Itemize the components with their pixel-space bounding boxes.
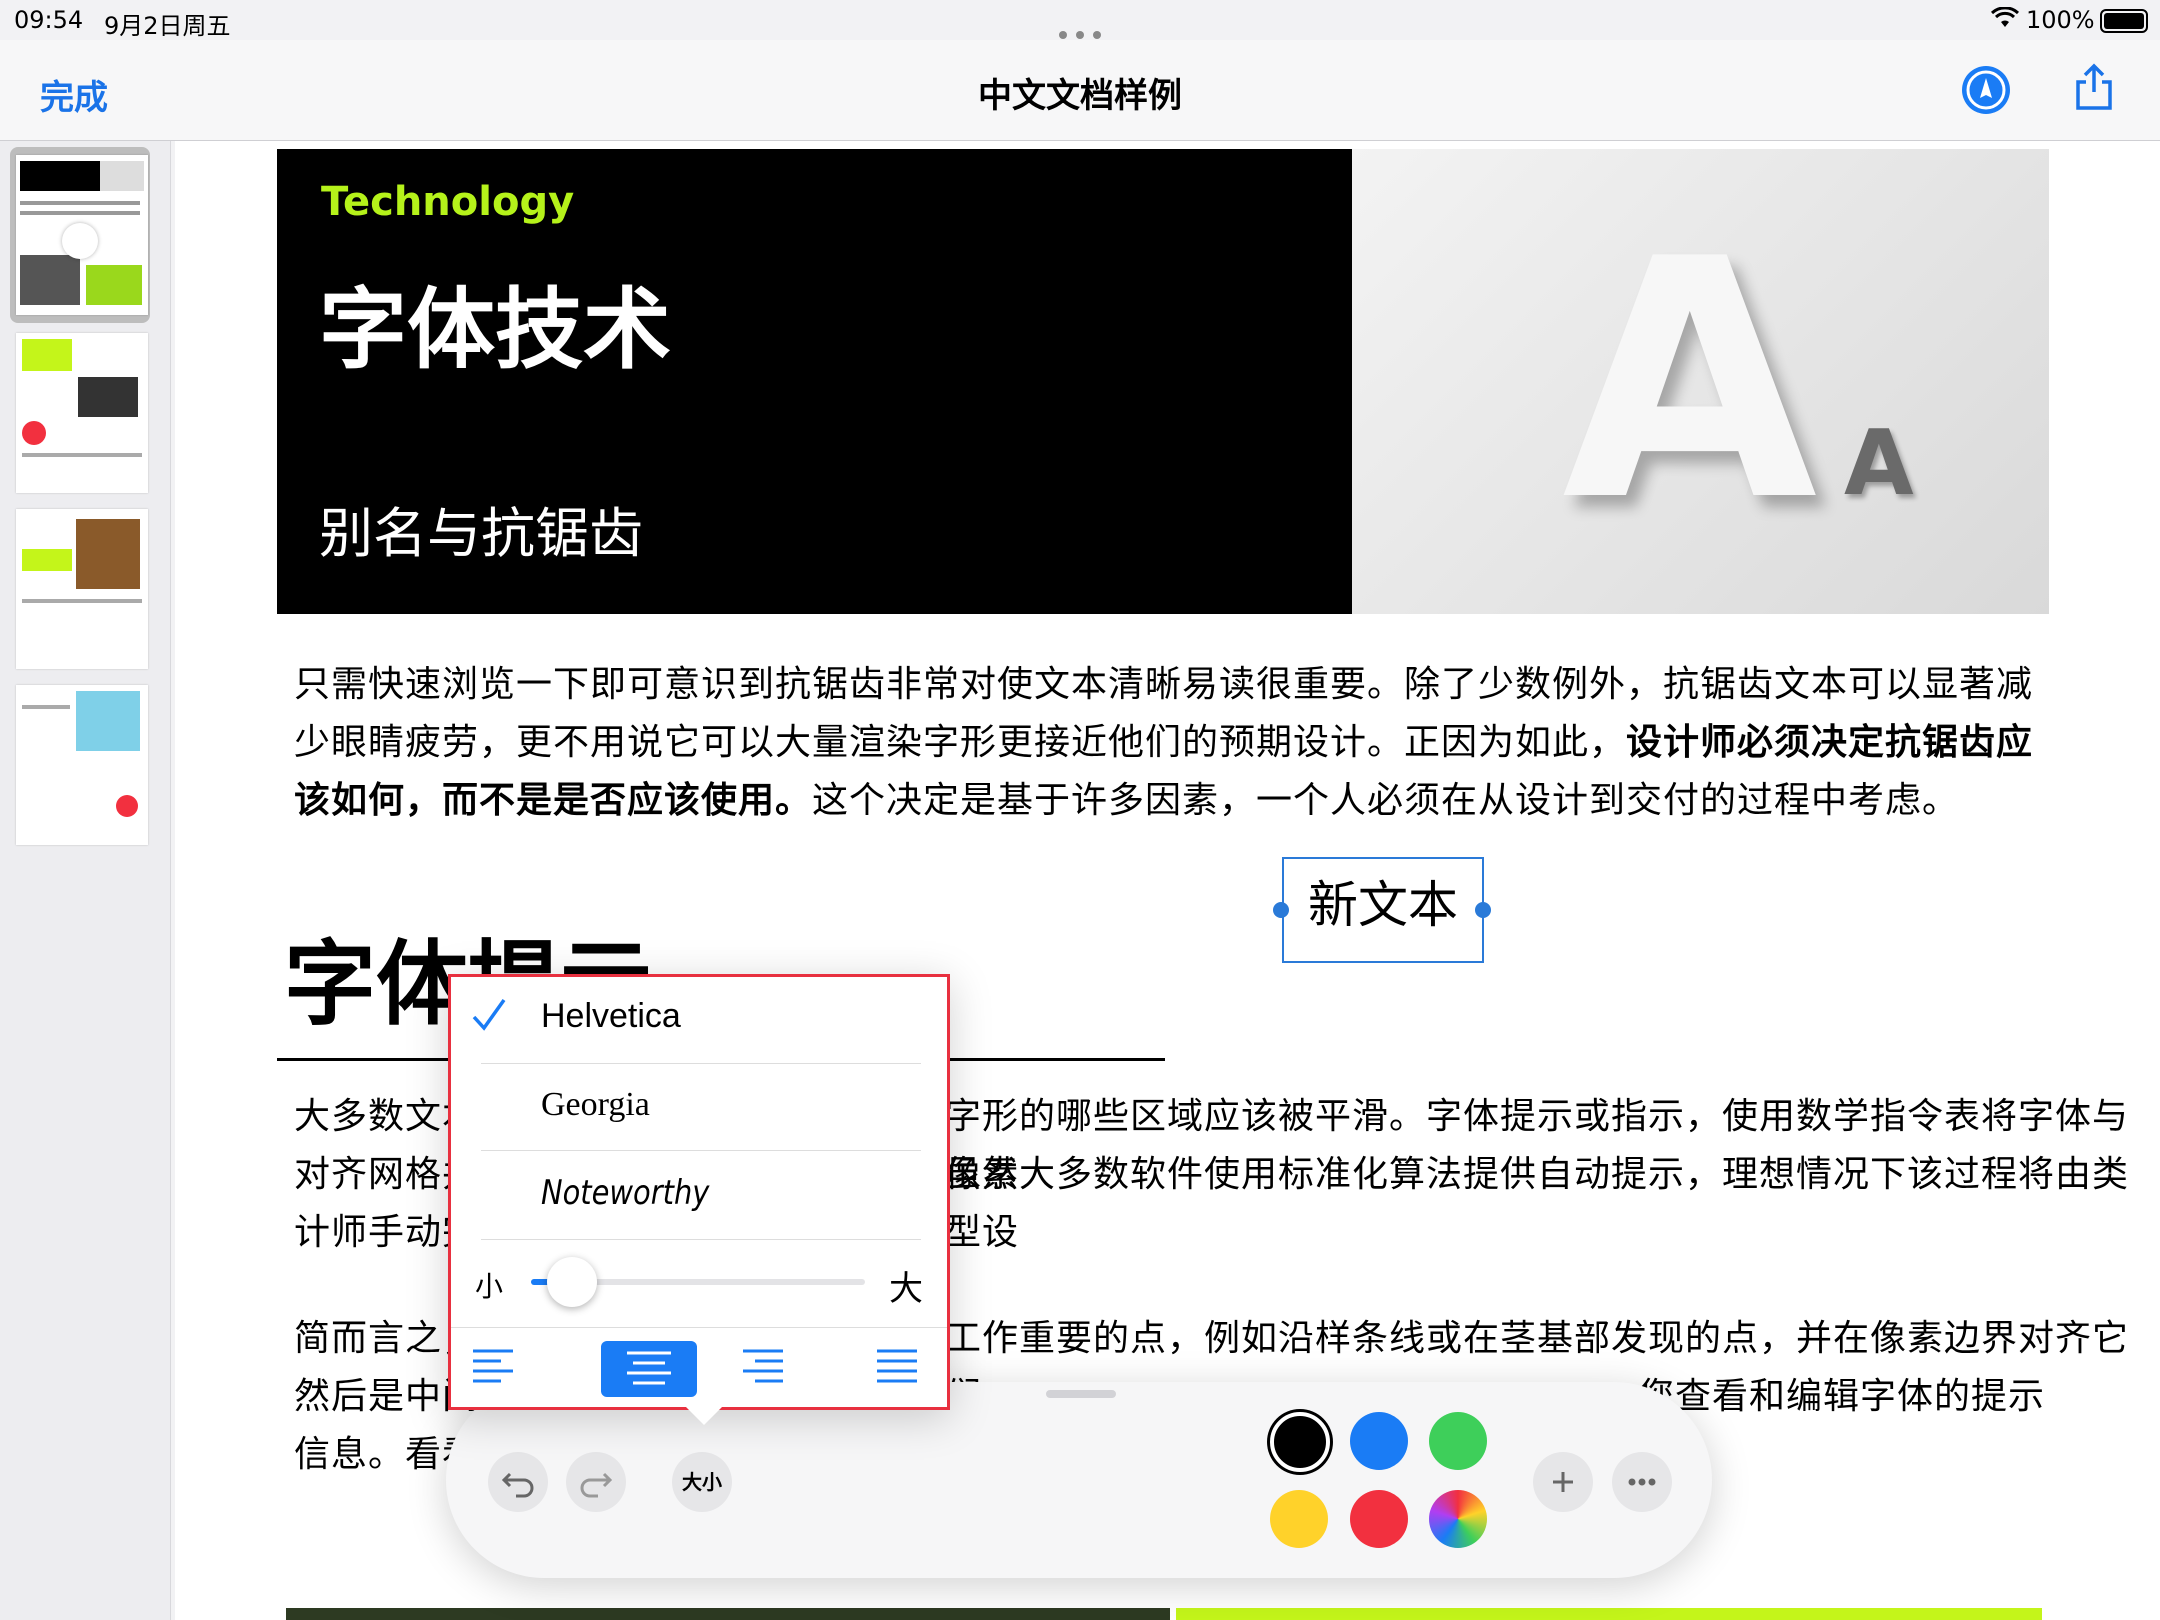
add-icon[interactable]	[1533, 1452, 1593, 1512]
color-yellow-swatch[interactable]	[1270, 1490, 1328, 1548]
hero-letter-large: A	[1562, 189, 1818, 573]
size-large-label: 大	[889, 1269, 923, 1309]
undo-icon[interactable]	[488, 1452, 548, 1512]
hero-title: 字体技术	[319, 278, 672, 381]
text-box-right-handle[interactable]	[1475, 902, 1491, 918]
font-option-noteworthy[interactable]: Noteworthy	[481, 1151, 921, 1240]
hero-image: A A	[1352, 149, 2049, 614]
more-options-icon[interactable]	[1612, 1452, 1672, 1512]
battery-percent: 100%	[2026, 6, 2095, 34]
font-option-helvetica[interactable]: Helvetica	[472, 977, 921, 1064]
align-center-icon[interactable]	[601, 1341, 697, 1397]
new-text-box[interactable]: 新文本	[1282, 857, 1484, 963]
size-slider-thumb[interactable]	[547, 1257, 597, 1307]
align-justify-icon[interactable]	[875, 1345, 919, 1389]
color-black-swatch[interactable]	[1270, 1412, 1330, 1472]
checkmark-icon	[471, 995, 507, 1039]
status-time: 09:54	[14, 6, 84, 34]
font-name-helvetica: Helvetica	[541, 997, 681, 1035]
color-picker-wheel-icon[interactable]	[1429, 1490, 1487, 1548]
hero-kicker: Technology	[321, 179, 575, 225]
multitasking-dots-icon[interactable]	[1057, 18, 1103, 39]
color-green-swatch[interactable]	[1429, 1412, 1487, 1470]
size-control-row: 小 大	[451, 1239, 947, 1328]
navigation-bar: 完成 中文文档样例	[0, 40, 2160, 141]
hero-subtitle: 别名与抗锯齿	[319, 502, 643, 565]
page-thumbnail-4[interactable]	[16, 685, 148, 845]
bottom-green-block	[1176, 1608, 2042, 1620]
battery-icon	[2100, 9, 2148, 33]
body-paragraph-1: 只需快速浏览一下即可意识到抗锯齿非常对使文本清晰易读很重要。除了少数例外，抗锯齿…	[294, 656, 2034, 830]
document-title: 中文文档样例	[978, 76, 1182, 116]
size-small-label: 小	[475, 1270, 504, 1303]
new-text-box-label[interactable]: 新文本	[1284, 865, 1482, 937]
bottom-image	[286, 1608, 1170, 1620]
status-date: 9月2日周五	[104, 12, 231, 40]
page-thumbnail-1[interactable]	[16, 155, 148, 315]
page-thumbnail-3[interactable]	[16, 509, 148, 669]
page-thumbnail-2[interactable]	[16, 333, 148, 493]
hero-letter-small: A	[1844, 411, 1914, 516]
para1-text-c: 这个决定是基于许多因素，一个人必须在从设计到交付的过程中考虑。	[812, 780, 1960, 821]
para3-line2-right: 您查看和编辑字体的提示	[1638, 1376, 2046, 1417]
font-option-georgia[interactable]: Georgia	[481, 1064, 921, 1151]
color-red-swatch[interactable]	[1350, 1490, 1408, 1548]
markup-pen-icon[interactable]	[1962, 66, 2010, 114]
font-name-noteworthy: Noteworthy	[541, 1173, 710, 1213]
share-icon[interactable]	[2074, 62, 2114, 116]
wifi-icon	[1990, 6, 2020, 35]
align-left-icon[interactable]	[471, 1345, 515, 1389]
para2-line2-right: 虽然大多数软件使用标准化算法提供自动提示，理想情况下该过程将由类型设	[945, 1154, 2130, 1253]
font-options-popover: Helvetica Georgia Noteworthy 小 大	[448, 974, 950, 1410]
hero-banner: Technology 字体技术 别名与抗锯齿	[277, 149, 1352, 614]
status-bar: 09:54 9月2日周五 100%	[0, 0, 2160, 40]
align-right-icon[interactable]	[741, 1345, 785, 1389]
popover-arrow	[682, 1403, 726, 1425]
redo-icon[interactable]	[566, 1452, 626, 1512]
thumbnail-more-icon[interactable]	[62, 223, 98, 259]
page-thumbnails-sidebar	[0, 141, 171, 1620]
font-name-georgia: Georgia	[541, 1086, 650, 1123]
color-blue-swatch[interactable]	[1350, 1412, 1408, 1470]
text-box-left-handle[interactable]	[1273, 902, 1289, 918]
text-size-button[interactable]: 大小	[672, 1452, 732, 1512]
toolbar-grabber[interactable]	[1046, 1390, 1116, 1398]
markup-toolbar: 大小	[446, 1382, 1712, 1578]
